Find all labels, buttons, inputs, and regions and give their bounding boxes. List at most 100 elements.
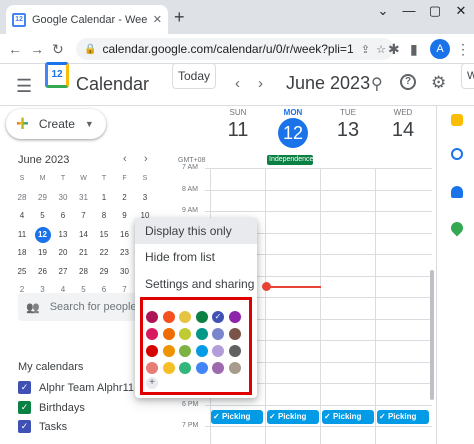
color-swatch[interactable] <box>179 345 191 357</box>
help-icon[interactable]: ? <box>400 74 416 90</box>
color-swatch[interactable] <box>146 362 158 374</box>
mini-day[interactable]: 13 <box>53 227 73 243</box>
mini-prev-month-button[interactable]: ‹ <box>123 153 127 165</box>
color-swatch[interactable] <box>228 362 241 374</box>
color-swatch-selected[interactable]: ✓ <box>212 311 224 323</box>
my-calendars-heading[interactable]: My calendars <box>18 361 83 373</box>
color-swatch[interactable] <box>212 345 224 357</box>
calendar-list-item[interactable]: ✓ Alphr Team Alphr11 <box>18 381 134 394</box>
mini-day[interactable]: 5 <box>33 208 53 224</box>
mini-day[interactable]: 29 <box>33 190 53 206</box>
color-swatch[interactable] <box>228 345 241 357</box>
color-swatch[interactable] <box>162 362 175 374</box>
side-panel-icon[interactable]: ▮ <box>410 41 418 58</box>
mini-day[interactable]: 29 <box>94 264 114 280</box>
color-swatch[interactable] <box>146 328 158 340</box>
mini-day[interactable]: 8 <box>94 208 114 224</box>
color-swatch[interactable] <box>146 345 158 357</box>
mini-day[interactable]: 27 <box>53 264 73 280</box>
mini-day[interactable]: 9 <box>115 208 135 224</box>
close-window-button[interactable]: ✕ <box>448 0 474 28</box>
day-header-mon[interactable]: MON 12 <box>266 108 320 148</box>
checkbox-icon[interactable]: ✓ <box>18 381 31 394</box>
color-swatch[interactable] <box>212 328 224 340</box>
event-chip[interactable]: ✓ Picking <box>267 410 319 424</box>
color-swatch[interactable] <box>179 311 191 323</box>
mini-day[interactable]: 14 <box>74 227 94 243</box>
day-header-sun[interactable]: SUN 11 <box>211 108 265 142</box>
checkbox-icon[interactable]: ✓ <box>18 420 31 433</box>
mini-day[interactable]: 3 <box>135 190 155 206</box>
color-swatch[interactable] <box>162 311 175 323</box>
new-tab-button[interactable]: + <box>174 7 185 28</box>
mini-day[interactable]: 1 <box>94 190 114 206</box>
view-selector[interactable]: W <box>461 63 474 89</box>
menu-item-settings-and-sharing[interactable]: Settings and sharing <box>135 271 257 297</box>
mini-day[interactable]: 22 <box>94 245 114 261</box>
day-header-wed[interactable]: WED 14 <box>376 108 430 142</box>
color-swatch[interactable] <box>228 311 241 323</box>
scrollbar-thumb[interactable] <box>430 270 434 400</box>
calendar-list-item[interactable]: ✓ Tasks <box>18 420 67 433</box>
search-icon[interactable]: ⚲ <box>371 74 383 94</box>
contacts-icon[interactable] <box>451 186 463 198</box>
mini-day[interactable]: 30 <box>115 264 135 280</box>
reload-button[interactable]: ↻ <box>52 41 64 58</box>
mini-day[interactable]: 25 <box>12 264 32 280</box>
menu-item-display-this-only[interactable]: Display this only <box>135 218 257 244</box>
bookmark-star-icon[interactable]: ☆ <box>376 43 386 56</box>
mini-day[interactable]: 28 <box>74 264 94 280</box>
profile-avatar[interactable]: A <box>430 39 450 59</box>
mini-day[interactable]: 7 <box>74 208 94 224</box>
calendar-list-item[interactable]: ✓ Birthdays <box>18 401 85 414</box>
share-icon[interactable]: ⇪ <box>361 43 370 56</box>
mini-day[interactable]: 19 <box>33 245 53 261</box>
event-chip[interactable]: ✓ Picking <box>322 410 374 424</box>
mini-day[interactable]: 23 <box>115 245 135 261</box>
prev-week-button[interactable]: ‹ <box>235 75 240 92</box>
mini-day[interactable]: 31 <box>74 190 94 206</box>
mini-day[interactable]: 6 <box>53 208 73 224</box>
keep-icon[interactable] <box>451 114 463 126</box>
color-swatch[interactable] <box>195 328 208 340</box>
mini-next-month-button[interactable]: › <box>144 153 148 165</box>
mini-day-selected[interactable]: 12 <box>34 226 51 243</box>
mini-day[interactable]: 21 <box>74 245 94 261</box>
color-swatch[interactable] <box>146 311 158 323</box>
maximize-button[interactable]: ▢ <box>422 0 448 28</box>
mini-day[interactable]: 4 <box>12 208 32 224</box>
forward-button[interactable]: → <box>30 41 44 57</box>
mini-day[interactable]: 20 <box>53 245 73 261</box>
minimize-button[interactable]: — <box>396 0 422 28</box>
day-header-tue[interactable]: TUE 13 <box>321 108 375 142</box>
color-swatch[interactable] <box>162 328 175 340</box>
next-week-button[interactable]: › <box>258 75 263 92</box>
menu-item-hide-from-list[interactable]: Hide from list <box>135 244 257 270</box>
tab-close-icon[interactable]: ✕ <box>153 13 162 26</box>
extensions-icon[interactable]: ✱ <box>388 41 400 58</box>
back-button[interactable]: ← <box>8 41 22 57</box>
color-swatch[interactable] <box>195 311 208 323</box>
all-day-event[interactable]: Independence Day <box>267 155 313 165</box>
mini-day[interactable]: 30 <box>53 190 73 206</box>
mini-day[interactable]: 28 <box>12 190 32 206</box>
color-swatch[interactable] <box>228 328 241 340</box>
mini-day[interactable]: 18 <box>12 245 32 261</box>
color-swatch[interactable] <box>179 362 191 374</box>
maps-icon[interactable] <box>448 219 466 237</box>
main-menu-icon[interactable]: ☰ <box>16 76 32 97</box>
color-swatch[interactable] <box>212 362 224 374</box>
mini-day[interactable]: 16 <box>115 227 135 243</box>
mini-day[interactable]: 2 <box>115 190 135 206</box>
color-swatch[interactable] <box>179 328 191 340</box>
checkbox-icon[interactable]: ✓ <box>18 401 31 414</box>
color-swatch[interactable] <box>195 362 208 374</box>
create-button[interactable]: + Create ▼ <box>6 109 106 139</box>
browser-menu-icon[interactable]: ⋮ <box>456 41 470 58</box>
add-custom-color-button[interactable]: + <box>146 377 158 389</box>
browser-tab[interactable]: 12 Google Calendar - Week of June ✕ <box>6 5 168 34</box>
today-button[interactable]: Today <box>172 63 216 89</box>
event-chip[interactable]: ✓ Picking <box>377 410 429 424</box>
url-bar[interactable]: 🔒 calendar.google.com/calendar/u/0/r/wee… <box>76 38 394 60</box>
color-swatch[interactable] <box>195 345 208 357</box>
